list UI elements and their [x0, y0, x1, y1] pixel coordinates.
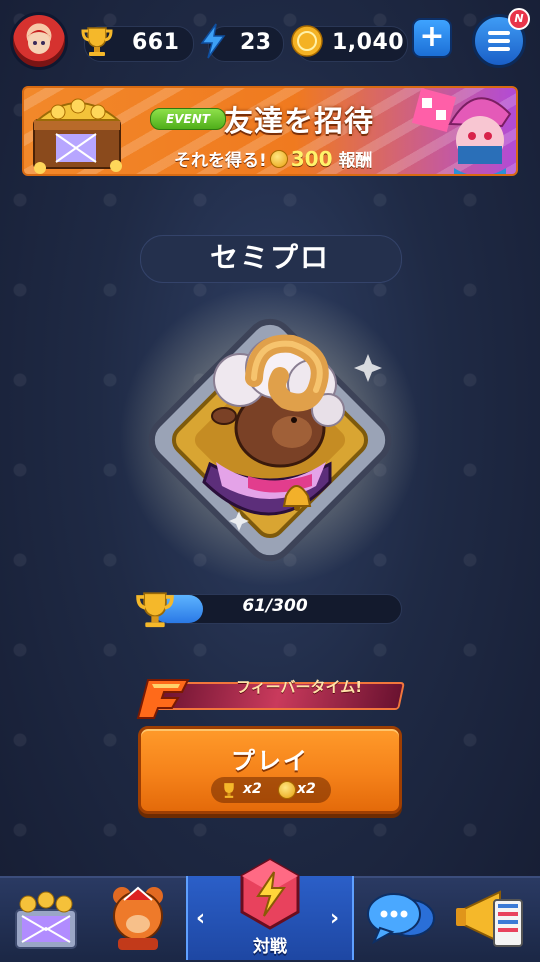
trophy-multiplier: x2 — [243, 781, 262, 797]
event-reward-suffix: 報酬 — [338, 151, 373, 171]
nav-chat[interactable] — [362, 880, 452, 960]
lightning-icon — [200, 23, 226, 59]
rank-title: セミプロ — [209, 241, 330, 274]
menu-icon-line — [488, 47, 510, 51]
add-currency-button[interactable]: + — [412, 18, 452, 58]
coin-icon — [278, 781, 296, 799]
trophy-count: 661 — [132, 30, 180, 55]
play-bonus: x2 x2 — [211, 777, 331, 803]
coin-count: 1,040 — [332, 30, 405, 55]
treasure-chest-icon — [33, 98, 122, 174]
energy-count: 23 — [240, 30, 272, 55]
coin-icon — [291, 25, 323, 57]
lightning-crystal-icon — [240, 858, 300, 930]
fever-time-banner: フィーバータイム! — [134, 676, 405, 719]
event-tag: EVENT — [150, 108, 226, 130]
event-banner[interactable]: EVENT 友達を招待 それを得る! 300 報酬 — [22, 86, 518, 176]
nav-battle-label: 対戦 — [253, 937, 287, 957]
chat-bubble-icon — [367, 893, 435, 945]
event-reward-amount: 300 — [290, 147, 333, 171]
trophy-icon — [81, 27, 113, 56]
rank-progress-text: 61/300 — [242, 596, 308, 616]
play-label: プレイ — [231, 747, 309, 775]
event-title: 友達を招待 — [224, 104, 375, 138]
play-button[interactable]: プレイ x2 x2 — [138, 726, 402, 814]
profile-avatar[interactable] — [10, 12, 68, 70]
nav-shop[interactable] — [6, 880, 96, 960]
bear-character-icon — [113, 886, 163, 950]
fever-f-icon — [136, 679, 190, 719]
nav-prev-arrow-icon[interactable]: ‹ — [196, 906, 205, 931]
coin-icon — [269, 150, 288, 168]
fever-time-label: フィーバータイム! — [235, 678, 363, 696]
trophy-icon — [136, 592, 174, 628]
trophy-icon — [224, 783, 234, 798]
megaphone-icon — [456, 890, 523, 947]
nav-characters[interactable] — [98, 880, 188, 960]
avatar-face-icon — [26, 30, 52, 54]
top-bar: 661 23 1,040 + N — [0, 0, 540, 80]
nav-news[interactable] — [450, 880, 540, 960]
menu-icon — [488, 31, 510, 35]
event-subtitle-prefix: それを得る! — [174, 151, 267, 171]
event-subtitle: それを得る! 300 報酬 — [174, 146, 372, 171]
rank-emblem-ram-icon[interactable] — [116, 286, 424, 594]
coin-multiplier: x2 — [297, 781, 316, 797]
notification-badge: N — [508, 8, 530, 30]
treasure-chest-icon — [15, 891, 77, 949]
nav-next-arrow-icon[interactable]: › — [330, 906, 339, 931]
wizard-character-icon — [411, 88, 512, 174]
menu-icon-line — [488, 39, 510, 43]
